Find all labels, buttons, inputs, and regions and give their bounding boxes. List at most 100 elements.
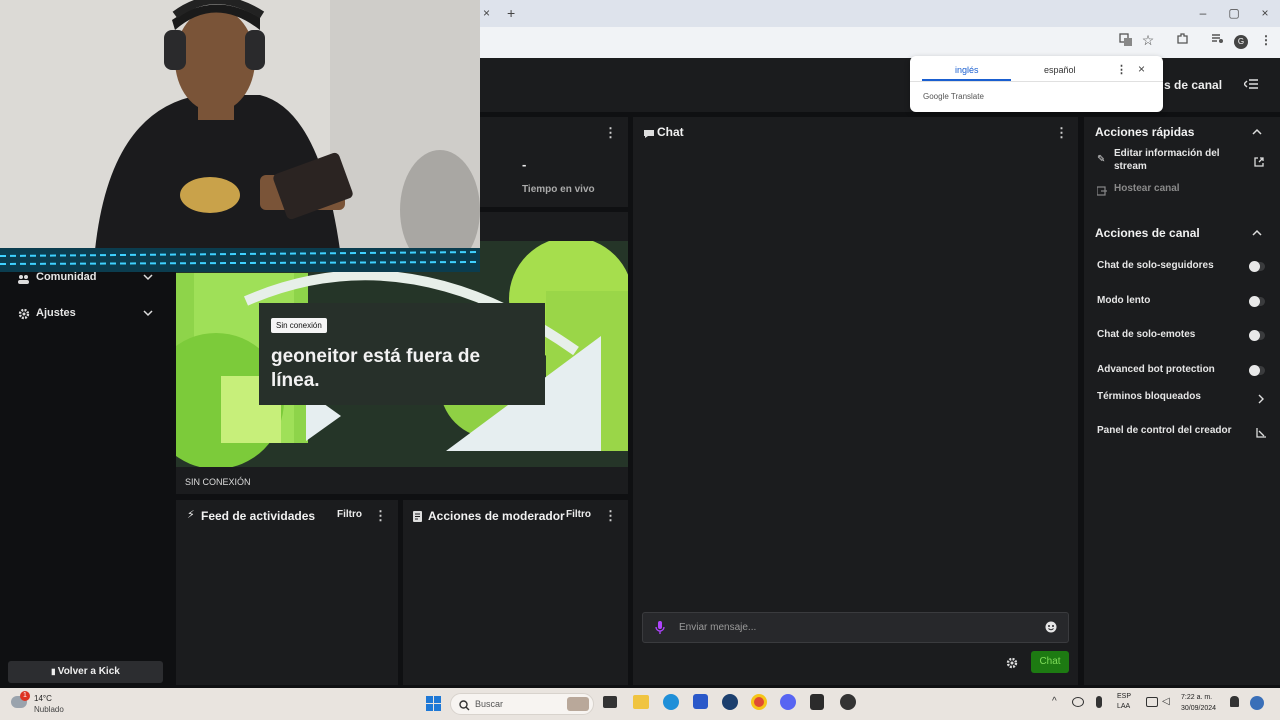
translate-menu-icon[interactable]: ⋮ bbox=[1116, 63, 1127, 76]
chat-send-button[interactable]: Chat bbox=[1031, 651, 1069, 673]
right-actions-panel: Acciones rápidas ✎ Editar información de… bbox=[1084, 117, 1280, 685]
creator-dashboard-link[interactable]: Panel de control del creador bbox=[1097, 425, 1231, 436]
profile-avatar[interactable]: G bbox=[1234, 35, 1248, 49]
chevron-up-icon[interactable] bbox=[1251, 226, 1263, 244]
chevron-down-icon bbox=[142, 306, 154, 324]
emoji-icon[interactable] bbox=[1045, 620, 1057, 638]
chevron-right-icon[interactable] bbox=[1257, 391, 1265, 409]
divider bbox=[910, 81, 1163, 82]
mod-actions-panel: Acciones de moderador Filtro ⋮ bbox=[403, 500, 628, 685]
tray-app-icon[interactable] bbox=[1072, 697, 1084, 707]
translate-to-tab[interactable]: español bbox=[1044, 65, 1076, 75]
emotes-only-label: Chat de solo-emotes bbox=[1097, 329, 1196, 340]
task-view-icon[interactable] bbox=[603, 696, 617, 708]
windows-start-icon[interactable] bbox=[426, 696, 441, 716]
chevron-up-icon[interactable] bbox=[1251, 125, 1263, 143]
activity-menu-icon[interactable]: ⋮ bbox=[374, 508, 387, 524]
tray-chevron-icon[interactable]: ^ bbox=[1052, 696, 1057, 707]
followers-only-toggle[interactable] bbox=[1249, 261, 1265, 272]
translate-icon[interactable] bbox=[1117, 33, 1135, 50]
chart-icon[interactable] bbox=[1256, 425, 1266, 443]
lightning-icon: ⚡︎ bbox=[187, 509, 195, 521]
playlist-icon[interactable] bbox=[1208, 32, 1226, 48]
header-title: s de canal bbox=[1164, 78, 1223, 92]
new-tab-icon[interactable]: + bbox=[507, 0, 515, 27]
translate-from-tab[interactable]: inglés bbox=[955, 65, 979, 75]
mod-filter-button[interactable]: Filtro bbox=[566, 509, 591, 520]
taskbar-search[interactable]: Buscar bbox=[450, 693, 594, 715]
chat-input-placeholder: Enviar mensaje... bbox=[679, 622, 757, 633]
door-icon: ▮ bbox=[51, 667, 58, 676]
minimize-icon[interactable]: – bbox=[1188, 0, 1218, 27]
document-icon bbox=[413, 509, 423, 527]
translate-close-icon[interactable]: × bbox=[1138, 62, 1145, 76]
clock-date[interactable]: 30/09/2024 bbox=[1181, 705, 1216, 712]
weather-badge: 1 bbox=[20, 691, 30, 701]
maximize-icon[interactable]: ▢ bbox=[1219, 0, 1249, 27]
activity-filter-button[interactable]: Filtro bbox=[337, 509, 362, 520]
blocked-terms-link[interactable]: Términos bloqueados bbox=[1097, 391, 1201, 402]
webcam-overlay bbox=[0, 0, 480, 272]
edit-stream-info-link[interactable]: Editar información del stream bbox=[1114, 147, 1232, 173]
weather-desc[interactable]: Nublado bbox=[34, 705, 64, 714]
microphone-icon[interactable] bbox=[655, 621, 665, 639]
back-to-kick-button[interactable]: ▮ Volver a Kick bbox=[8, 661, 163, 683]
input-language-top[interactable]: ESP bbox=[1117, 693, 1131, 700]
browser-menu-icon[interactable]: ⋮ bbox=[1257, 33, 1275, 47]
slow-mode-label: Modo lento bbox=[1097, 295, 1151, 306]
followers-only-label: Chat de solo-seguidores bbox=[1097, 260, 1214, 271]
left-sidebar: Comunidad Ajustes ▮ Volver a Kick bbox=[0, 260, 172, 688]
sidebar-item-ajustes[interactable]: Ajustes bbox=[18, 306, 173, 322]
volume-icon[interactable]: ◁ bbox=[1162, 696, 1170, 707]
steam-icon[interactable] bbox=[722, 694, 738, 710]
host-channel-link[interactable]: Hostear canal bbox=[1114, 183, 1180, 194]
tab-close-icon[interactable]: × bbox=[483, 0, 490, 27]
window-close-icon[interactable]: × bbox=[1250, 0, 1280, 27]
file-explorer-icon[interactable] bbox=[633, 695, 649, 709]
chat-bubble-icon bbox=[644, 126, 654, 144]
pencil-icon: ✎ bbox=[1097, 154, 1106, 165]
search-placeholder: Buscar bbox=[475, 699, 504, 709]
microphone-tray-icon[interactable] bbox=[1096, 696, 1102, 708]
extensions-icon[interactable] bbox=[1173, 32, 1191, 48]
live-time-value: - bbox=[522, 157, 527, 172]
external-link-icon[interactable] bbox=[1254, 154, 1264, 172]
sidebar-item-label: Ajustes bbox=[36, 307, 76, 319]
back-button-label: Volver a Kick bbox=[57, 666, 120, 677]
chat-input[interactable]: Enviar mensaje... bbox=[642, 612, 1069, 643]
emotes-only-toggle[interactable] bbox=[1249, 330, 1265, 341]
discord-icon[interactable] bbox=[780, 694, 796, 710]
search-highlight-icon bbox=[567, 697, 589, 711]
collapse-panel-icon[interactable] bbox=[1243, 77, 1258, 95]
stats-menu-icon[interactable]: ⋮ bbox=[604, 125, 617, 141]
app-icon-2[interactable] bbox=[840, 694, 856, 710]
app-icon[interactable] bbox=[810, 694, 824, 710]
copilot-icon[interactable] bbox=[1250, 696, 1264, 710]
chevron-down-icon bbox=[142, 270, 154, 288]
notification-bell-icon[interactable] bbox=[1230, 696, 1239, 707]
bot-protection-toggle[interactable] bbox=[1249, 365, 1265, 376]
bot-protection-label: Advanced bot protection bbox=[1097, 364, 1215, 375]
input-language-bottom[interactable]: LAA bbox=[1117, 703, 1130, 710]
windows-taskbar: 1 14°C Nublado Buscar ^ ESP LAA ◁ 7:22 a… bbox=[0, 688, 1280, 720]
offline-message: geoneitor está fuera de línea. bbox=[271, 346, 481, 391]
chat-settings-icon[interactable] bbox=[1006, 656, 1018, 674]
weather-temp[interactable]: 14°C bbox=[34, 694, 52, 703]
live-time-label: Tiempo en vivo bbox=[522, 184, 595, 195]
host-icon bbox=[1096, 183, 1107, 201]
quick-actions-title: Acciones rápidas bbox=[1095, 125, 1195, 139]
mod-menu-icon[interactable]: ⋮ bbox=[604, 508, 617, 524]
chrome-icon[interactable] bbox=[751, 694, 767, 710]
gear-icon bbox=[18, 307, 30, 325]
translate-popup: inglés español ⋮ × Google Translate bbox=[910, 56, 1163, 112]
network-icon[interactable] bbox=[1146, 697, 1158, 707]
activity-feed-title: Feed de actividades bbox=[201, 509, 316, 523]
sidebar-item-comunidad[interactable]: Comunidad bbox=[18, 270, 173, 286]
chat-title: Chat bbox=[657, 125, 684, 139]
slow-mode-toggle[interactable] bbox=[1249, 296, 1265, 307]
store-icon[interactable] bbox=[693, 694, 708, 709]
chat-menu-icon[interactable]: ⋮ bbox=[1055, 125, 1068, 141]
clock-time[interactable]: 7:22 a. m. bbox=[1181, 694, 1212, 701]
bookmark-star-icon[interactable]: ☆ bbox=[1139, 32, 1157, 49]
edge-icon[interactable] bbox=[663, 694, 679, 710]
